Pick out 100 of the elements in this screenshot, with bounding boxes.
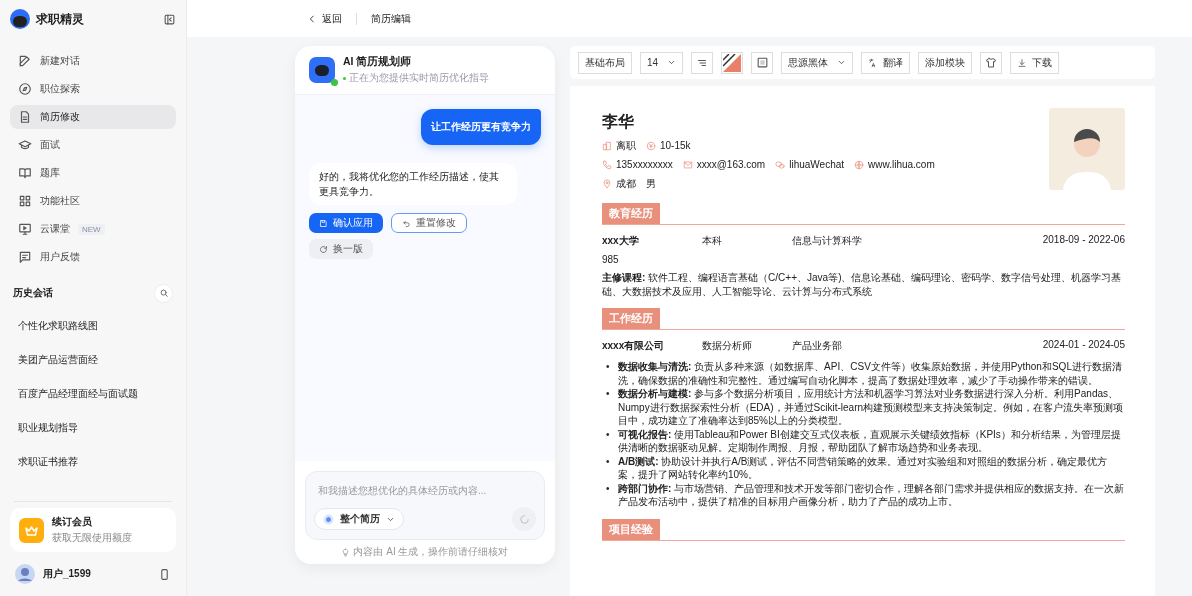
message-icon xyxy=(18,250,32,264)
history-item[interactable]: 职业规划指导 xyxy=(10,411,176,445)
nav-label: 面试 xyxy=(40,138,60,152)
document-icon xyxy=(18,110,32,124)
entry-dates: 2018-09 - 2022-06 xyxy=(1042,234,1125,247)
nav-item[interactable]: 题库 xyxy=(10,161,176,185)
history-heading: 历史会话 xyxy=(13,286,53,300)
bullet-text: A/B测试: 协助设计并执行A/B测试，评估不同营销策略的效果。通过对实验组和对照组的数据分析，确定最优方案，提升了网站转化率约10%。 xyxy=(618,454,1109,482)
membership-title: 续订会员 xyxy=(52,515,93,529)
gender: 男 xyxy=(646,176,656,191)
toolbar-icon-button[interactable] xyxy=(980,51,1003,74)
toolbar-dropdown[interactable]: 14 xyxy=(640,51,684,74)
action-button[interactable]: 换一版 xyxy=(309,239,373,259)
nav-item[interactable]: 功能社区 xyxy=(10,189,176,213)
nav-label: 用户反馈 xyxy=(40,250,80,264)
entry-title: xxx大学 xyxy=(602,234,640,248)
yuan-icon xyxy=(646,140,656,151)
message-input-box[interactable]: 和我描述您想优化的具体经历或内容... 整个简历 xyxy=(305,471,545,540)
section-heading: 教育经历 xyxy=(602,203,660,224)
nav-label: 职位探索 xyxy=(40,82,80,96)
contact-text: www.lihua.com xyxy=(868,159,935,170)
phone-icon xyxy=(602,159,612,170)
entry-field: 数据分析师 xyxy=(702,339,792,353)
cube-icon xyxy=(323,513,334,525)
history-item[interactable]: 求职证书推荐 xyxy=(10,445,176,479)
undo-icon xyxy=(402,218,411,228)
toolbar-icon-button[interactable] xyxy=(721,51,744,74)
entry-field: 信息与计算科学 xyxy=(792,234,1043,248)
membership-subtitle: 获取无限使用额度 xyxy=(52,531,132,545)
section-heading: 项目经验 xyxy=(602,518,660,540)
nav-item[interactable]: 职位探索 xyxy=(10,77,176,101)
nav-label: 简历修改 xyxy=(40,110,80,124)
toolbar-button[interactable]: 基础布局 xyxy=(578,51,632,74)
nav-item[interactable]: 云课堂 NEW xyxy=(10,217,176,241)
nav-label: 功能社区 xyxy=(40,194,80,208)
app-title: 求职精灵 xyxy=(36,10,85,28)
bullet-text: 数据分析与建模: 参与多个数据分析项目，应用统计方法和机器学习算法对业务数据进行深入分析。利用Pandas、Numpy进行数据探索性分析（EDA)，并通过Scikit-learn构建预测模型来支持决策制定。例如，在客户流失率预测项目中，成功建立了准确率达到85%以上的分类模型。 xyxy=(618,387,1125,428)
nav-label: 新建对话 xyxy=(40,54,80,68)
city: 成都 xyxy=(616,176,636,191)
status-dot xyxy=(343,76,346,80)
grid-icon xyxy=(18,194,32,208)
salary: 10-15k xyxy=(660,140,691,151)
book-icon xyxy=(18,166,32,180)
entry-field: 产品业务部 xyxy=(792,339,1043,353)
bullet-marker: • xyxy=(605,454,611,469)
pencil-icon xyxy=(18,54,32,68)
search-icon xyxy=(158,288,169,298)
toolbar-button[interactable]: 翻译 xyxy=(861,51,911,74)
toolbar-icon-button[interactable] xyxy=(691,51,714,74)
entry-dates: 2024-01 - 2024-05 xyxy=(1042,339,1125,352)
search-button[interactable] xyxy=(154,283,173,303)
border-icon xyxy=(755,56,769,69)
lightbulb-icon xyxy=(341,547,351,557)
entry-detail: 主修课程: 软件工程、编程语言基础（C/C++、Java等)、信息论基础、编码理论、密码学、数字信号处理、机器学习基础、大数据技术及应用、人工智能导论、云计算与分布式系统 xyxy=(602,271,1123,298)
ai-disclaimer: 内容由 AI 生成，操作前请仔细核对 xyxy=(353,545,509,559)
bullet-marker: • xyxy=(605,427,611,442)
save-icon xyxy=(319,218,328,228)
chat-bubbles-icon xyxy=(775,159,786,170)
entry-field: 本科 xyxy=(702,234,792,248)
bullet-marker: • xyxy=(605,387,611,401)
toolbar-dropdown[interactable]: 思源黑体 xyxy=(781,51,854,74)
action-button[interactable]: 重置修改 xyxy=(391,213,467,233)
nav-item[interactable]: 面试 xyxy=(10,133,176,157)
scope-dropdown[interactable]: 整个简历 xyxy=(314,508,404,530)
bullet-marker: • xyxy=(605,481,611,496)
history-item[interactable]: 百度产品经理面经与面试题 xyxy=(10,377,176,411)
entry-note: 985 xyxy=(602,254,620,265)
bullet-text: 跨部门协作: 与市场营销、产品管理和技术开发等部门密切合作，理解各部门需求并提供相应的数据支持。在一次新产品发布活动中，提供了精准的目标用户画像分析，助力了产品的成功上市。 xyxy=(618,481,1125,509)
nav-item[interactable]: 简历修改 xyxy=(10,105,176,129)
assistant-name: AI 简历规划师 xyxy=(343,55,413,69)
job-status: 离职 xyxy=(616,138,636,153)
toolbar-button[interactable]: 下载 xyxy=(1010,51,1060,74)
graduation-cap-icon xyxy=(18,138,32,152)
toolbar-button[interactable]: 添加模块 xyxy=(918,51,973,74)
chevron-down-icon xyxy=(837,58,847,67)
candidate-name: 李华 xyxy=(602,112,635,132)
history-item[interactable]: 个性化求职路线图 xyxy=(10,309,176,343)
mail-icon xyxy=(682,159,693,170)
nav-item[interactable]: 用户反馈 xyxy=(10,245,176,269)
shirt-icon xyxy=(985,56,998,69)
new-badge: NEW xyxy=(78,223,105,235)
globe-icon xyxy=(854,159,865,170)
user-name: 用户_1599 xyxy=(43,567,92,581)
section-heading: 工作经历 xyxy=(602,308,660,329)
refresh-icon xyxy=(319,244,328,254)
contact-text: lihuaWechat xyxy=(789,159,845,170)
nav-item[interactable]: 新建对话 xyxy=(10,49,176,73)
color-swatch-icon xyxy=(723,53,742,72)
membership-card[interactable]: 续订会员 获取无限使用额度 xyxy=(10,508,176,552)
download-icon xyxy=(1017,57,1028,68)
chevron-left-icon xyxy=(307,13,317,24)
robot-logo-icon xyxy=(10,9,30,29)
contact-text: 135xxxxxxxx xyxy=(616,159,673,170)
action-button[interactable]: 确认应用 xyxy=(309,213,383,233)
back-button[interactable]: 返回 xyxy=(307,11,342,26)
avatar-icon xyxy=(15,564,35,584)
loading-spinner-icon xyxy=(518,513,530,525)
bullet-text: 数据收集与清洗: 负责从多种来源（如数据库、API、CSV文件等）收集原始数据，并使用Python和SQL进行数据清洗，确保数据的准确性和完整性。通过编写自动化脚本，提高了数据处理效率，减少了手动操作带来的错误。 xyxy=(618,360,1123,387)
history-item[interactable]: 美团产品运营面经 xyxy=(10,343,176,377)
sidebar-toggle-icon xyxy=(163,12,176,26)
